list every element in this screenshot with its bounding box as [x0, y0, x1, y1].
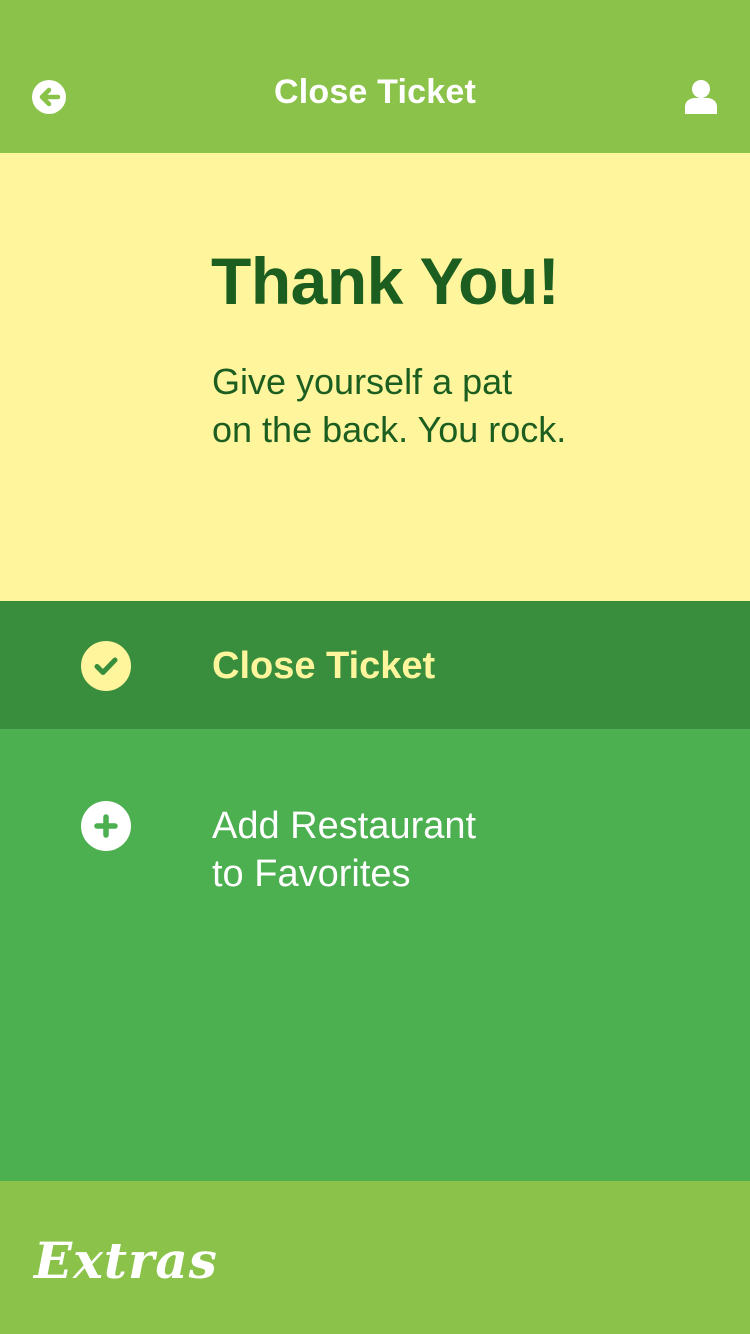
thank-you-heading: Thank You! [211, 244, 560, 318]
close-ticket-label: Close Ticket [212, 645, 436, 687]
thank-you-message-line: Give yourself a pat [212, 361, 513, 402]
header-bar: Close Ticket [0, 0, 750, 153]
thank-you-panel: Thank You! Give yourself a pat on the ba… [0, 153, 750, 601]
plus-circle-icon [81, 801, 131, 851]
add-to-favorites-label-line: to Favorites [212, 853, 411, 895]
thank-you-message-line: on the back. You rock. [212, 409, 567, 450]
thank-you-message: Give yourself a pat on the back. You roc… [212, 358, 692, 454]
add-to-favorites-label-line: Add Restaurant [212, 805, 477, 847]
add-to-favorites-button[interactable]: Add Restaurant to Favorites [0, 729, 750, 1181]
close-ticket-button[interactable]: Close Ticket [0, 601, 750, 729]
footer-bar: Extras [0, 1181, 750, 1334]
extras-link[interactable]: Extras [34, 1231, 218, 1290]
check-circle-icon [81, 641, 131, 691]
add-to-favorites-label: Add Restaurant to Favorites [212, 802, 476, 898]
close-ticket-screen: Close Ticket Thank You! Give yourself a … [0, 0, 750, 1334]
user-icon[interactable] [683, 78, 719, 114]
page-title: Close Ticket [273, 73, 477, 111]
